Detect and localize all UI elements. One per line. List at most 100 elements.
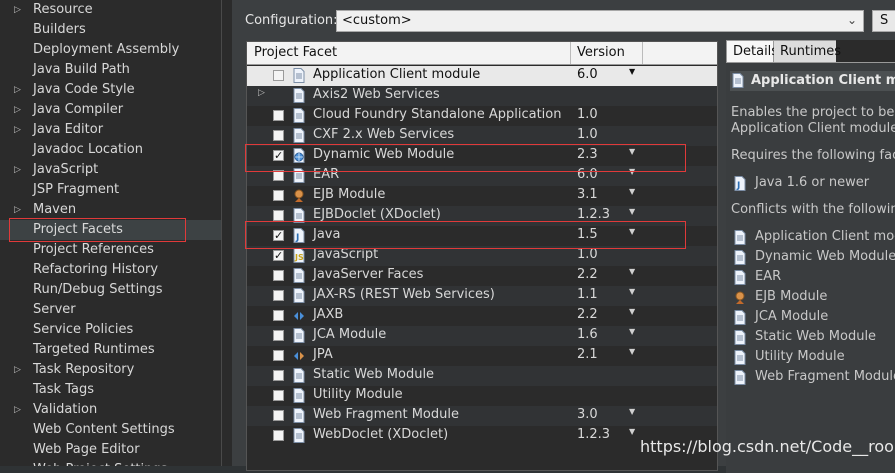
chevron-right-icon[interactable]: ▷ (14, 0, 24, 20)
sidebar-item-javadoc-location[interactable]: Javadoc Location (0, 140, 221, 160)
facet-version[interactable]: 1.2.3 (577, 427, 610, 442)
sidebar-item-web-page-editor[interactable]: Web Page Editor (0, 440, 221, 460)
version-dropdown-icon[interactable]: ▼ (629, 307, 635, 316)
facet-row[interactable]: ✓ Dynamic Web Module 2.3 ▼ (247, 146, 717, 166)
facet-checkbox[interactable] (273, 270, 284, 281)
sidebar-item-refactoring-history[interactable]: Refactoring History (0, 260, 221, 280)
facet-row[interactable]: Web Fragment Module 3.0 ▼ (247, 406, 717, 426)
facet-checkbox[interactable] (273, 70, 284, 81)
chevron-right-icon[interactable]: ▷ (14, 160, 24, 180)
facet-checkbox[interactable] (273, 210, 284, 221)
column-divider[interactable] (642, 42, 643, 64)
facet-version[interactable]: 6.0 (577, 67, 598, 82)
version-dropdown-icon[interactable]: ▼ (629, 187, 635, 196)
facet-row[interactable]: JavaServer Faces 2.2 ▼ (247, 266, 717, 286)
sidebar-item-task-tags[interactable]: Task Tags (0, 380, 221, 400)
configuration-combo[interactable]: <custom> ⌄ (336, 10, 864, 32)
facet-version[interactable]: 2.2 (577, 267, 598, 282)
version-dropdown-icon[interactable]: ▼ (629, 427, 635, 436)
version-dropdown-icon[interactable]: ▼ (629, 407, 635, 416)
sidebar-item-web-content-settings[interactable]: Web Content Settings (0, 420, 221, 440)
version-dropdown-icon[interactable]: ▼ (629, 267, 635, 276)
sidebar-item-server[interactable]: Server (0, 300, 221, 320)
facet-checkbox[interactable] (273, 410, 284, 421)
sidebar-item-java-editor[interactable]: ▷ Java Editor (0, 120, 221, 140)
facet-row[interactable]: JAX-RS (REST Web Services) 1.1 ▼ (247, 286, 717, 306)
chevron-right-icon[interactable]: ▷ (14, 120, 24, 140)
sidebar-item-project-references[interactable]: Project References (0, 240, 221, 260)
facet-row[interactable]: Cloud Foundry Standalone Application 1.0 (247, 106, 717, 126)
sidebar-item-javascript[interactable]: ▷ JavaScript (0, 160, 221, 180)
facet-version[interactable]: 2.1 (577, 347, 598, 362)
sidebar-item-validation[interactable]: ▷ Validation (0, 400, 221, 420)
chevron-right-icon[interactable]: ▷ (258, 88, 265, 98)
facet-checkbox[interactable] (273, 330, 284, 341)
version-dropdown-icon[interactable]: ▼ (629, 207, 635, 216)
facet-version[interactable]: 1.0 (577, 127, 598, 142)
facet-row[interactable]: JPA 2.1 ▼ (247, 346, 717, 366)
facet-row[interactable]: ▷ Axis2 Web Services (247, 86, 717, 106)
sidebar-item-java-code-style[interactable]: ▷ Java Code Style (0, 80, 221, 100)
facet-row[interactable]: EJBDoclet (XDoclet) 1.2.3 ▼ (247, 206, 717, 226)
facet-checkbox[interactable] (273, 350, 284, 361)
facet-checkbox[interactable] (273, 370, 284, 381)
sidebar-item-maven[interactable]: ▷ Maven (0, 200, 221, 220)
chevron-right-icon[interactable]: ▷ (14, 100, 24, 120)
sidebar-item-jsp-fragment[interactable]: JSP Fragment (0, 180, 221, 200)
facet-version[interactable]: 1.6 (577, 327, 598, 342)
facet-version[interactable]: 1.0 (577, 247, 598, 262)
tab-details[interactable]: Details (726, 40, 778, 62)
sidebar-item-targeted-runtimes[interactable]: Targeted Runtimes (0, 340, 221, 360)
version-dropdown-icon[interactable]: ▼ (629, 167, 635, 176)
version-dropdown-icon[interactable]: ▼ (629, 347, 635, 356)
sidebar-item-builders[interactable]: Builders (0, 20, 221, 40)
sidebar-item-project-facets[interactable]: Project Facets (0, 220, 221, 240)
header-project-facet[interactable]: Project Facet (254, 45, 337, 60)
facet-row[interactable]: EJB Module 3.1 ▼ (247, 186, 717, 206)
facet-row[interactable]: JCA Module 1.6 ▼ (247, 326, 717, 346)
facet-row[interactable]: CXF 2.x Web Services 1.0 (247, 126, 717, 146)
sidebar-item-run-debug-settings[interactable]: Run/Debug Settings (0, 280, 221, 300)
facet-row[interactable]: Static Web Module (247, 366, 717, 386)
version-dropdown-icon[interactable]: ▼ (629, 67, 635, 76)
column-divider[interactable] (570, 42, 571, 64)
facet-version[interactable]: 1.0 (577, 107, 598, 122)
facet-version[interactable]: 1.2.3 (577, 207, 610, 222)
facet-version[interactable]: 2.3 (577, 147, 598, 162)
facet-checkbox[interactable] (273, 430, 284, 441)
sidebar-item-deployment-assembly[interactable]: Deployment Assembly (0, 40, 221, 60)
sidebar-item-service-policies[interactable]: Service Policies (0, 320, 221, 340)
version-dropdown-icon[interactable]: ▼ (629, 287, 635, 296)
chevron-right-icon[interactable]: ▷ (14, 360, 24, 380)
version-dropdown-icon[interactable]: ▼ (629, 327, 635, 336)
save-as-button[interactable]: S (872, 10, 895, 32)
facet-checkbox[interactable] (273, 130, 284, 141)
facet-checkbox[interactable] (273, 390, 284, 401)
chevron-right-icon[interactable]: ▷ (14, 80, 24, 100)
chevron-right-icon[interactable]: ▷ (14, 400, 24, 420)
sidebar-item-task-repository[interactable]: ▷ Task Repository (0, 360, 221, 380)
facet-row[interactable]: EAR 6.0 ▼ (247, 166, 717, 186)
facet-version[interactable]: 1.5 (577, 227, 598, 242)
facet-row[interactable]: ✓ J Java 1.5 ▼ (247, 226, 717, 246)
facet-row[interactable]: ✓ JS JavaScript 1.0 (247, 246, 717, 266)
sidebar-item-web-project-settings[interactable]: Web Project Settings (0, 460, 221, 466)
facet-row[interactable]: JAXB 2.2 ▼ (247, 306, 717, 326)
facet-version[interactable]: 2.2 (577, 307, 598, 322)
facet-checkbox[interactable] (273, 310, 284, 321)
facet-checkbox[interactable] (273, 190, 284, 201)
facet-version[interactable]: 3.0 (577, 407, 598, 422)
facet-checkbox[interactable] (273, 170, 284, 181)
facet-checkbox[interactable] (273, 110, 284, 121)
facet-checkbox[interactable]: ✓ (273, 250, 284, 261)
header-version[interactable]: Version (577, 45, 625, 60)
sidebar-item-resource[interactable]: ▷ Resource (0, 0, 221, 20)
version-dropdown-icon[interactable]: ▼ (629, 147, 635, 156)
facet-row[interactable]: Application Client module 6.0 ▼ (247, 66, 717, 86)
chevron-right-icon[interactable]: ▷ (14, 200, 24, 220)
facet-checkbox[interactable] (273, 290, 284, 301)
sidebar-item-java-compiler[interactable]: ▷ Java Compiler (0, 100, 221, 120)
tab-runtimes[interactable]: Runtimes (774, 40, 841, 62)
sidebar-item-java-build-path[interactable]: Java Build Path (0, 60, 221, 80)
facet-checkbox[interactable]: ✓ (273, 150, 284, 161)
